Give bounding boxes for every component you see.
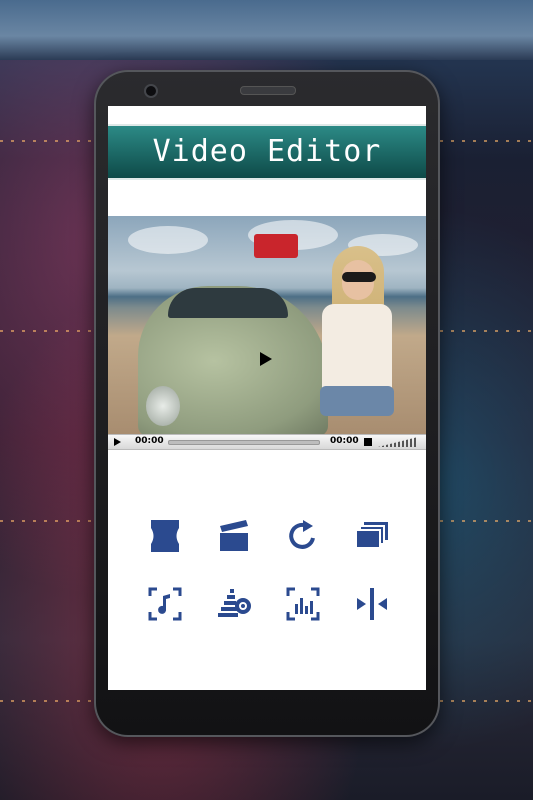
rotate-icon [289,520,315,549]
play-icon[interactable] [114,438,121,446]
rotate-video-button[interactable] [283,516,323,556]
volume-slider[interactable] [378,437,418,447]
layers-icon [355,522,388,549]
current-time: 00:00 [135,436,164,446]
car-windshield [168,288,288,318]
clapperboard-icon [220,520,248,551]
video-preview[interactable] [108,216,426,436]
app-screen: Video Editor 00:00 00:00 [108,106,426,690]
woman-figure [304,246,404,434]
red-cooler [254,234,298,258]
white-top [322,304,392,394]
speed-settings-icon [218,589,251,617]
car-headlight [146,386,180,426]
volume-icon[interactable] [364,438,372,446]
background-sky [0,0,533,60]
front-camera [144,84,158,98]
equalizer-button[interactable] [283,584,323,624]
merge-videos-button[interactable] [352,516,392,556]
app-title: Video Editor [108,124,426,180]
movie-maker-button[interactable] [214,516,254,556]
audio-select-icon [148,587,182,621]
sunglasses [342,272,376,282]
seek-bar[interactable] [168,440,320,445]
film-trim-icon [151,520,179,552]
effects-button[interactable] [214,584,254,624]
frame-equalizer-icon [286,587,320,621]
denim-shorts [320,386,394,416]
earpiece-speaker [240,86,296,95]
play-overlay-icon[interactable] [260,352,272,366]
phone-frame: Video Editor 00:00 00:00 [94,70,440,737]
duration: 00:00 [330,436,359,446]
split-video-button[interactable] [352,584,392,624]
split-icon [357,588,387,620]
player-controls: 00:00 00:00 [108,434,426,450]
trim-video-button[interactable] [145,516,185,556]
audio-button[interactable] [145,584,185,624]
cloud [128,226,208,254]
